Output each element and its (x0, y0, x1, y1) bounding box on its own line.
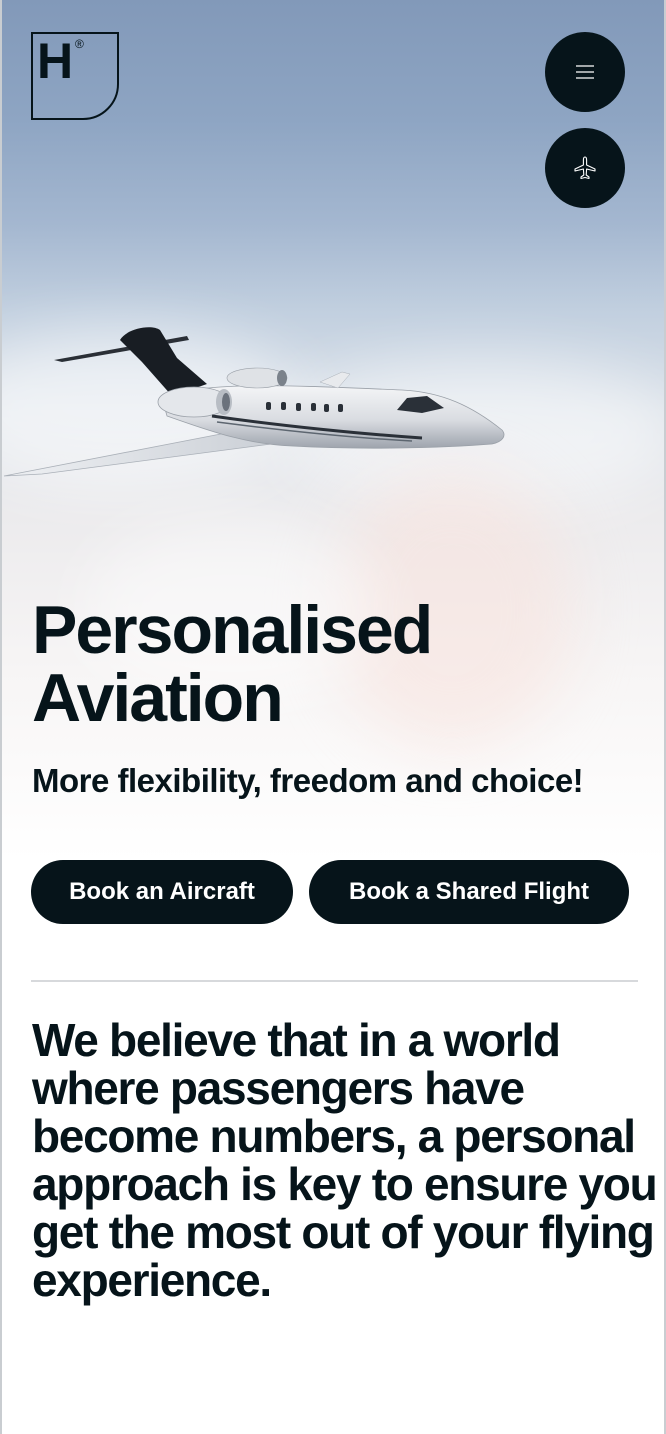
book-aircraft-button[interactable]: Book an Aircraft (31, 860, 293, 924)
private-jet-image (3, 327, 505, 477)
registered-mark: ® (75, 37, 84, 51)
flights-button[interactable] (545, 128, 625, 208)
menu-button[interactable] (545, 32, 625, 112)
hero-title-line2: Aviation (32, 660, 284, 736)
airplane-icon (574, 156, 596, 180)
brand-logo[interactable]: H ® (31, 32, 119, 120)
hero-title-line1: Personalised (32, 592, 433, 668)
hero-subtitle: More flexibility, freedom and choice! (32, 762, 584, 799)
book-shared-flight-button[interactable]: Book a Shared Flight (309, 860, 629, 924)
section-divider (31, 980, 638, 982)
hero-title: Personalised Aviation (32, 592, 433, 736)
hamburger-menu-icon (576, 65, 594, 79)
logo-letter: H (37, 33, 73, 89)
mission-statement: We believe that in a world where passeng… (32, 1014, 658, 1306)
hero-section: H ® Personalised Aviation More flexibili… (2, 0, 664, 860)
page: H ® Personalised Aviation More flexibili… (0, 0, 666, 1434)
